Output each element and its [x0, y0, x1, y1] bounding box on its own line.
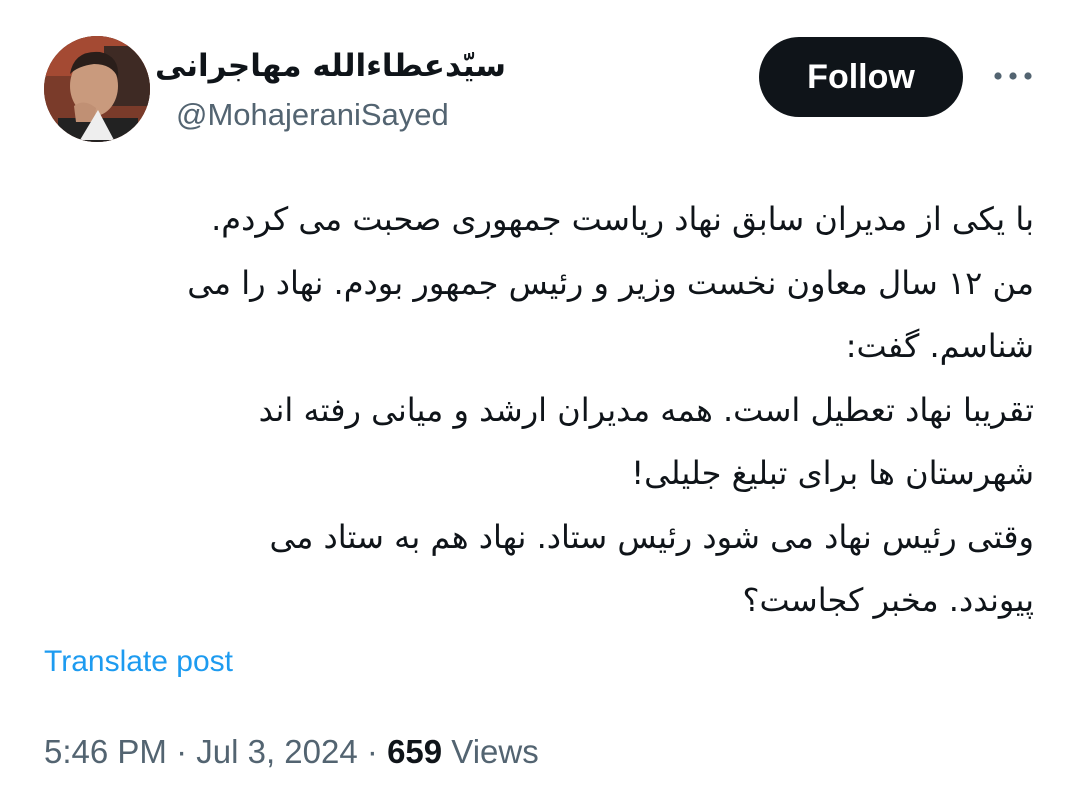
- more-horizontal-icon: [994, 72, 1032, 80]
- translate-post-link[interactable]: Translate post: [44, 642, 233, 682]
- tweet-line: شهرستان ها برای تبلیغ جلیلی!: [631, 454, 1034, 492]
- tweet-meta: 5:46 PM · Jul 3, 2024 · 659 Views: [44, 730, 539, 774]
- tweet-line: من ۱۲ سال معاون نخست وزیر و رئیس جمهور ب…: [187, 263, 1034, 302]
- tweet-line: پیوندد. مخبر کجاست؟: [742, 581, 1034, 619]
- tweet-line: وقتی رئیس نهاد می شود رئیس ستاد. نهاد هم…: [269, 517, 1034, 556]
- follow-button[interactable]: Follow: [759, 37, 963, 117]
- tweet-line: تقریبا نهاد تعطیل است. همه مدیران ارشد و…: [258, 390, 1034, 429]
- tweet-text: با یکی از مدیران سابق نهاد ریاست جمهوری …: [44, 188, 1034, 633]
- user-handle[interactable]: @MohajeraniSayed: [176, 94, 449, 136]
- post-time[interactable]: 5:46 PM: [44, 733, 167, 770]
- avatar[interactable]: [44, 36, 150, 142]
- meta-separator: ·: [366, 733, 378, 770]
- views-count: 659: [387, 733, 443, 770]
- tweet-line: با یکی از مدیران سابق نهاد ریاست جمهوری …: [211, 200, 1034, 238]
- post-date[interactable]: Jul 3, 2024: [196, 733, 357, 770]
- display-name[interactable]: سیّدعطاءالله مهاجرانی: [155, 44, 506, 88]
- meta-separator: ·: [176, 733, 188, 770]
- views-label: Views: [451, 733, 539, 770]
- profile-photo: [44, 36, 150, 142]
- more-options-button[interactable]: [990, 58, 1036, 94]
- tweet-line: شناسم. گفت:: [845, 327, 1034, 365]
